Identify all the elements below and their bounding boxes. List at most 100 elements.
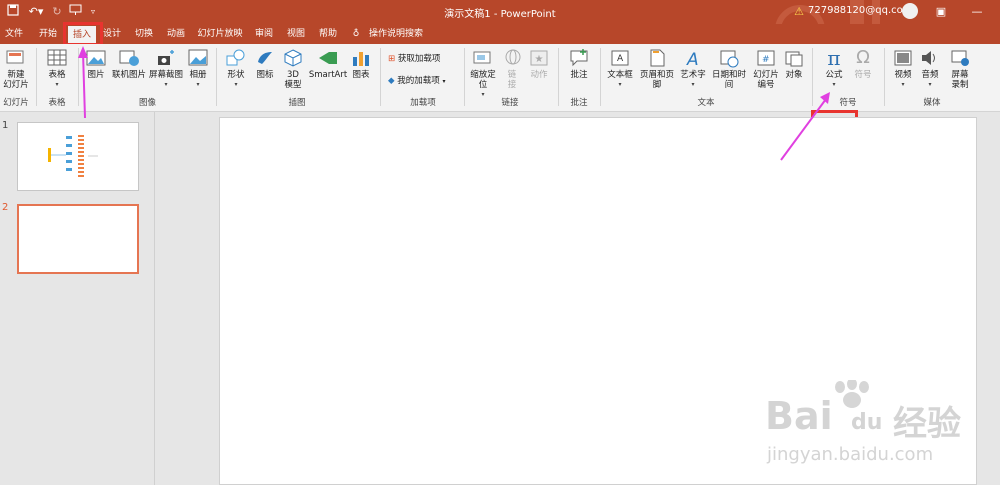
title-bar: ↶▾ ↻ ▿ 演示文稿1 - PowerPoint ⚠ 727988120@qq… xyxy=(0,0,1000,24)
watermark-url: jingyan.baidu.com xyxy=(767,444,934,465)
slide-number-label: 幻灯片 编号 xyxy=(753,70,779,90)
action-button[interactable]: ★ 动作 xyxy=(528,48,550,80)
my-addins-dropdown-icon: ▾ xyxy=(442,78,446,85)
link-button[interactable]: 链 接 xyxy=(502,48,522,90)
warning-icon: ⚠ xyxy=(794,5,804,18)
tab-animations[interactable]: 动画 xyxy=(164,24,188,44)
tab-transitions[interactable]: 切换 xyxy=(132,24,156,44)
header-footer-label: 页眉和页脚 xyxy=(639,70,674,90)
screenshot-label: 屏幕截图 xyxy=(148,70,183,80)
slide-number-button[interactable]: # 幻灯片 编号 xyxy=(752,48,780,90)
online-picture-label: 联机图片 xyxy=(111,70,146,80)
slide-thumbnail-2[interactable] xyxy=(17,204,139,274)
zoom-button[interactable]: 缩放定 位 ▾ xyxy=(468,48,498,100)
date-time-label: 日期和时间 xyxy=(711,70,746,90)
omega-icon: Ω xyxy=(856,47,870,68)
slide-thumbnail-1[interactable] xyxy=(17,122,139,191)
tab-view[interactable]: 视图 xyxy=(284,24,308,44)
pi-icon: π xyxy=(827,46,841,70)
svg-text:#: # xyxy=(762,55,770,65)
tell-me-search[interactable]: 操作说明搜索 xyxy=(368,24,424,44)
slide-number: 2 xyxy=(2,202,9,213)
account-name[interactable]: 727988120@qq.com xyxy=(808,5,913,16)
smartart-label: SmartArt xyxy=(308,70,348,80)
photo-album-button[interactable]: 相册 ▾ xyxy=(186,48,210,90)
media-group-label: 媒体 xyxy=(923,98,941,108)
ribbon-display-icon[interactable]: ▣ xyxy=(934,4,948,20)
textbox-button[interactable]: A 文本框 ▾ xyxy=(606,48,634,90)
3d-models-button[interactable]: 3D 模型 xyxy=(280,48,306,90)
date-time-button[interactable]: 日期和时间 xyxy=(708,48,750,90)
symbol-label: 符号 xyxy=(854,70,872,80)
table-label: 表格 xyxy=(48,70,66,80)
baidu-watermark: Bai du 经验 jingyan.baidu.com xyxy=(765,378,990,480)
video-button[interactable]: 视频 ▾ xyxy=(890,48,916,90)
comments-group-label: 批注 xyxy=(570,98,588,108)
svg-text:★: ★ xyxy=(535,54,544,65)
audio-button[interactable]: 音频 ▾ xyxy=(918,48,942,90)
icons-button[interactable]: 图标 xyxy=(254,48,276,80)
wordart-button[interactable]: A 艺术字 ▾ xyxy=(680,48,706,90)
comment-button[interactable]: 批注 xyxy=(566,48,592,80)
object-button[interactable]: 对象 xyxy=(782,48,806,80)
get-addins-label: 获取加载项 xyxy=(397,54,441,64)
screen-recording-button[interactable]: 屏幕 录制 xyxy=(946,48,974,90)
video-label: 视频 xyxy=(894,70,912,80)
symbols-group-label: 符号 xyxy=(839,98,857,108)
avatar[interactable] xyxy=(902,3,918,19)
addin-icon: ◆ xyxy=(388,76,395,86)
slide-number: 1 xyxy=(2,120,9,131)
addins-group-label: 加载项 xyxy=(410,98,436,108)
text-group-label: 文本 xyxy=(697,98,715,108)
picture-button[interactable]: 图片 xyxy=(85,48,107,80)
shapes-button[interactable]: 形状 ▾ xyxy=(222,48,250,90)
svg-text:A: A xyxy=(617,54,624,64)
lightbulb-icon: ♁ xyxy=(352,29,360,39)
insert-tab-highlight xyxy=(63,22,103,46)
chart-label: 图表 xyxy=(352,70,370,80)
chart-button[interactable]: 图表 xyxy=(350,48,372,80)
tab-file[interactable]: 文件 xyxy=(4,24,24,44)
link-label: 链 接 xyxy=(507,70,517,90)
comment-label: 批注 xyxy=(570,70,588,80)
audio-label: 音频 xyxy=(921,70,939,80)
picture-label: 图片 xyxy=(87,70,105,80)
slide-thumbnail-pane: 1 2 xyxy=(0,112,155,485)
tab-help[interactable]: 帮助 xyxy=(316,24,340,44)
object-label: 对象 xyxy=(785,70,803,80)
store-icon: ⊞ xyxy=(388,54,396,64)
images-group-label: 图像 xyxy=(138,98,156,108)
textbox-label: 文本框 xyxy=(607,70,633,80)
table-button[interactable]: 表格 ▾ xyxy=(44,48,70,90)
new-slide-button[interactable]: 新建 幻灯片 xyxy=(2,48,30,90)
3d-models-label: 3D 模型 xyxy=(284,70,302,90)
screenshot-button[interactable]: 屏幕截图 ▾ xyxy=(148,48,184,90)
action-label: 动作 xyxy=(530,70,548,80)
get-addins-button[interactable]: ⊞ 获取加载项 xyxy=(388,54,468,64)
slides-group-label: 幻灯片 xyxy=(3,98,29,108)
tab-home[interactable]: 开始 xyxy=(34,24,62,44)
ribbon: 新建 幻灯片 幻灯片 表格 ▾ 表格 图片 联机图片 屏幕截图 ▾ 相册 ▾ 图像 形… xyxy=(0,44,1000,140)
tab-slideshow[interactable]: 幻灯片放映 xyxy=(196,24,244,44)
svg-text:A: A xyxy=(686,50,699,68)
minimize-icon[interactable]: — xyxy=(970,4,984,20)
watermark-brand: Bai xyxy=(765,394,833,438)
screen-recording-label: 屏幕 录制 xyxy=(951,70,969,90)
my-addins-label: 我的加载项 xyxy=(397,76,440,86)
zoom-label: 缩放定 位 xyxy=(470,70,496,90)
online-picture-button[interactable]: 联机图片 xyxy=(111,48,147,80)
shapes-label: 形状 xyxy=(227,70,245,80)
tab-review[interactable]: 审阅 xyxy=(252,24,276,44)
symbol-button[interactable]: Ω 符号 xyxy=(852,47,874,81)
icons-label: 图标 xyxy=(256,70,274,80)
links-group-label: 链接 xyxy=(501,98,519,108)
header-footer-button[interactable]: 页眉和页脚 xyxy=(636,48,678,90)
ribbon-tabs: 文件 开始 插入 设计 切换 动画 幻灯片放映 审阅 视图 帮助 ♁ 操作说明搜… xyxy=(0,24,1000,44)
tab-design[interactable]: 设计 xyxy=(100,24,124,44)
wordart-label: 艺术字 xyxy=(680,70,706,80)
watermark-brand-du: du xyxy=(851,410,883,435)
my-addins-button[interactable]: ◆ 我的加载项 ▾ xyxy=(388,76,468,87)
equation-button[interactable]: π 公式 ▾ xyxy=(818,48,850,90)
smartart-button[interactable]: SmartArt xyxy=(308,48,348,80)
new-slide-label: 新建 幻灯片 xyxy=(3,70,29,90)
